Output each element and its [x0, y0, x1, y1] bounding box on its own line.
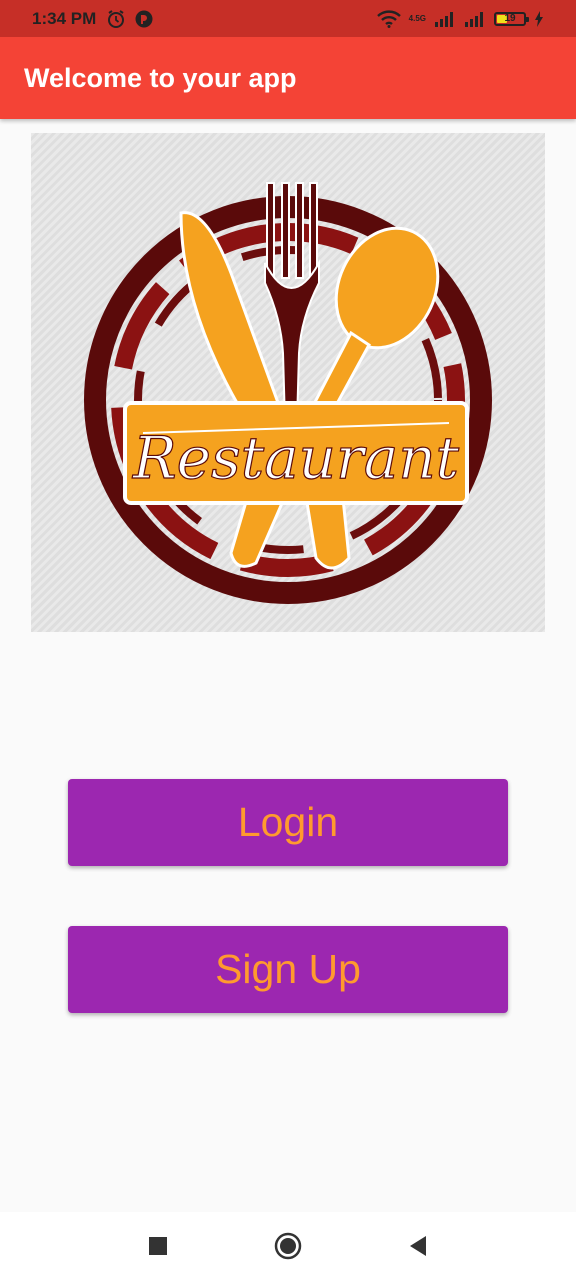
app-bar: Welcome to your app	[0, 37, 576, 119]
restaurant-logo-text: Restaurant	[132, 424, 460, 492]
app-notification-icon	[135, 10, 153, 27]
battery-level: 19	[504, 13, 516, 24]
restaurant-logo-image: Restaurant	[31, 133, 545, 632]
login-button[interactable]: Login	[68, 779, 508, 866]
app-title: Welcome to your app	[24, 62, 297, 93]
system-nav-bar	[0, 1212, 576, 1280]
signup-button[interactable]: Sign Up	[68, 926, 508, 1013]
back-button[interactable]	[400, 1228, 436, 1264]
home-button[interactable]	[270, 1228, 306, 1264]
network-type-label: 4.5G	[408, 13, 426, 23]
charging-icon	[535, 10, 543, 27]
signal-icon-2	[465, 11, 483, 27]
alarm-icon	[108, 9, 125, 28]
status-bar: 1:34 PM 4.5G 19	[0, 0, 576, 37]
status-time: 1:34 PM	[32, 8, 97, 28]
home-circle-icon	[274, 1232, 302, 1260]
restaurant-logo: Restaurant	[84, 182, 492, 604]
signal-icon	[435, 11, 453, 27]
recents-button[interactable]	[140, 1228, 176, 1264]
back-triangle-icon	[410, 1236, 426, 1256]
battery-icon: 19	[494, 11, 529, 26]
wifi-icon	[376, 9, 401, 28]
recents-square-icon	[149, 1237, 167, 1255]
